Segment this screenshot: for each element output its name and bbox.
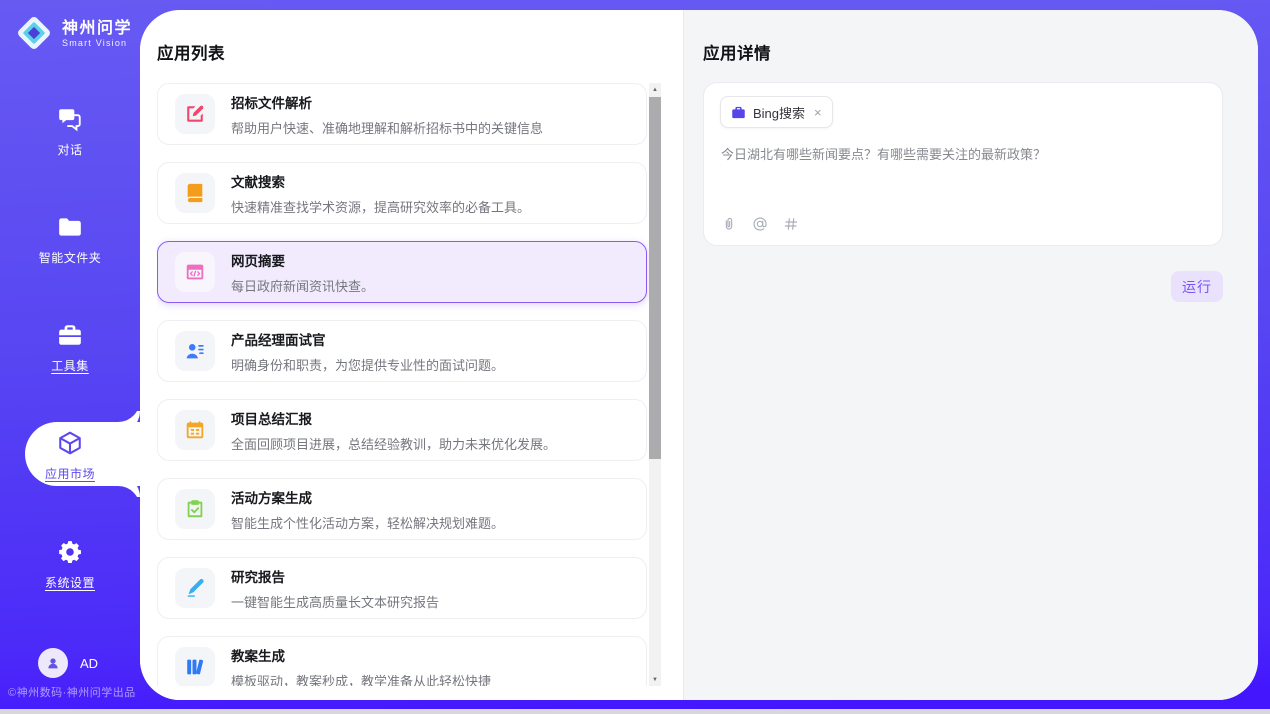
app-card-icon-box	[175, 489, 215, 529]
brand-subtitle: Smart Vision	[62, 38, 132, 48]
app-card[interactable]: 教案生成 模板驱动，教案秒成，教学准备从此轻松快捷	[157, 636, 647, 686]
app-card-desc: 全面回顾项目进展，总结经验教训，助力未来优化发展。	[231, 434, 556, 453]
app-detail-panel: 应用详情 Bing搜索 × 今日湖北有哪些新闻要点？有哪些需要关注的最新政策？	[683, 10, 1258, 700]
sidebar-item[interactable]: 系统设置	[0, 531, 140, 595]
app-card-title: 活动方案生成	[231, 487, 504, 507]
sidebar-item-label: 对话	[0, 141, 140, 158]
tag-close-icon[interactable]: ×	[814, 105, 822, 120]
sidebar-item[interactable]: 工具集	[0, 314, 140, 378]
calendar-icon	[184, 419, 206, 441]
app-card[interactable]: 产品经理面试官 明确身份和职责，为您提供专业性的面试问题。	[157, 320, 647, 382]
app-card[interactable]: 文献搜索 快速精准查找学术资源，提高研究效率的必备工具。	[157, 162, 647, 224]
sidebar-item[interactable]: 智能文件夹	[0, 206, 140, 270]
hash-icon[interactable]	[783, 216, 799, 232]
avatar[interactable]	[38, 648, 68, 678]
app-card-desc: 明确身份和职责，为您提供专业性的面试问题。	[231, 355, 504, 374]
app-card-title: 招标文件解析	[231, 92, 543, 112]
brand-logo: 神州问学 Smart Vision	[14, 13, 132, 53]
sidebar-item[interactable]: 对话	[0, 98, 140, 162]
toolbox-icon	[57, 322, 83, 348]
app-card-icon-box	[175, 568, 215, 608]
app-card-title: 研究报告	[231, 566, 439, 586]
app-window: 神州问学 Smart Vision 对话 智能文件夹	[0, 0, 1270, 714]
sidebar-item-label: 智能文件夹	[0, 249, 140, 266]
app-card[interactable]: 招标文件解析 帮助用户快速、准确地理解和解析招标书中的关键信息	[157, 83, 647, 145]
interviewer-icon	[184, 340, 206, 362]
app-card-icon-box	[175, 94, 215, 134]
app-list-title: 应用列表	[157, 40, 225, 64]
app-card[interactable]: 研究报告 一键智能生成高质量长文本研究报告	[157, 557, 647, 619]
user-row[interactable]: AD	[38, 648, 98, 678]
scrollbar-down-icon[interactable]: ▼	[649, 673, 661, 686]
app-card-title: 文献搜索	[231, 171, 530, 191]
app-card-desc: 帮助用户快速、准确地理解和解析招标书中的关键信息	[231, 118, 543, 137]
app-card-icon-box	[175, 252, 215, 292]
app-card-icon-box	[175, 410, 215, 450]
sidebar-item-label: 工具集	[0, 357, 140, 374]
input-toolbar	[721, 216, 799, 232]
sidebar-item[interactable]: 应用市场	[0, 422, 140, 486]
bottom-edge-strip	[0, 709, 1270, 714]
sidebar: 神州问学 Smart Vision 对话 智能文件夹	[0, 0, 140, 714]
tool-tag[interactable]: Bing搜索 ×	[720, 96, 833, 128]
app-card[interactable]: 网页摘要 每日政府新闻资讯快查。	[157, 241, 647, 303]
app-card-title: 项目总结汇报	[231, 408, 556, 428]
edit-note-icon	[184, 103, 206, 125]
books-icon	[184, 656, 206, 678]
folder-icon	[57, 214, 83, 240]
app-card-icon-box	[175, 173, 215, 213]
app-card-desc: 模板驱动，教案秒成，教学准备从此轻松快捷	[231, 671, 491, 687]
app-card-desc: 智能生成个性化活动方案，轻松解决规划难题。	[231, 513, 504, 532]
app-card-list: 招标文件解析 帮助用户快速、准确地理解和解析招标书中的关键信息 文献搜索 快	[157, 83, 649, 686]
app-card-icon-box	[175, 647, 215, 686]
app-detail-title: 应用详情	[703, 40, 771, 64]
chat-icon	[57, 106, 83, 132]
window-code-icon	[184, 261, 206, 283]
app-card-icon-box	[175, 331, 215, 371]
run-button[interactable]: 运行	[1171, 271, 1223, 302]
scrollbar[interactable]: ▲ ▼	[649, 83, 661, 686]
scrollbar-thumb[interactable]	[649, 97, 661, 459]
main-panel: 应用列表 招标文件解析 帮助用户快速、准确地理解和解析招标书中的关键信息	[140, 10, 1258, 700]
app-card-desc: 一键智能生成高质量长文本研究报告	[231, 592, 439, 611]
user-initials: AD	[80, 656, 98, 671]
sidebar-item-label: 系统设置	[0, 574, 140, 591]
clipboard-check-icon	[184, 498, 206, 520]
prompt-input-card[interactable]: Bing搜索 × 今日湖北有哪些新闻要点？有哪些需要关注的最新政策？	[703, 82, 1223, 246]
copyright-footer: ©神州数码·神州问学出品	[8, 684, 136, 700]
cube-icon	[57, 430, 83, 456]
app-card[interactable]: 项目总结汇报 全面回顾项目进展，总结经验教训，助力未来优化发展。	[157, 399, 647, 461]
at-sign-icon[interactable]	[752, 216, 768, 232]
brand-name: 神州问学	[62, 19, 132, 38]
scrollbar-up-icon[interactable]: ▲	[649, 83, 661, 96]
app-list-viewport: 招标文件解析 帮助用户快速、准确地理解和解析招标书中的关键信息 文献搜索 快	[157, 83, 649, 686]
gear-icon	[57, 539, 83, 565]
book-icon	[184, 182, 206, 204]
briefcase-icon	[731, 105, 746, 120]
query-text[interactable]: 今日湖北有哪些新闻要点？有哪些需要关注的最新政策？	[721, 145, 1202, 164]
app-card-title: 产品经理面试官	[231, 329, 504, 349]
app-card-title: 教案生成	[231, 645, 491, 665]
user-icon	[45, 655, 61, 671]
pen-icon	[184, 577, 206, 599]
app-card-title: 网页摘要	[231, 250, 374, 270]
app-card-desc: 每日政府新闻资讯快查。	[231, 276, 374, 295]
tool-tag-label: Bing搜索	[753, 103, 805, 122]
sidebar-item-label: 应用市场	[0, 465, 140, 482]
brand-logo-icon	[14, 13, 54, 53]
app-card-desc: 快速精准查找学术资源，提高研究效率的必备工具。	[231, 197, 530, 216]
app-list-panel: 应用列表 招标文件解析 帮助用户快速、准确地理解和解析招标书中的关键信息	[140, 10, 683, 700]
paperclip-icon[interactable]	[721, 216, 737, 232]
app-card[interactable]: 活动方案生成 智能生成个性化活动方案，轻松解决规划难题。	[157, 478, 647, 540]
